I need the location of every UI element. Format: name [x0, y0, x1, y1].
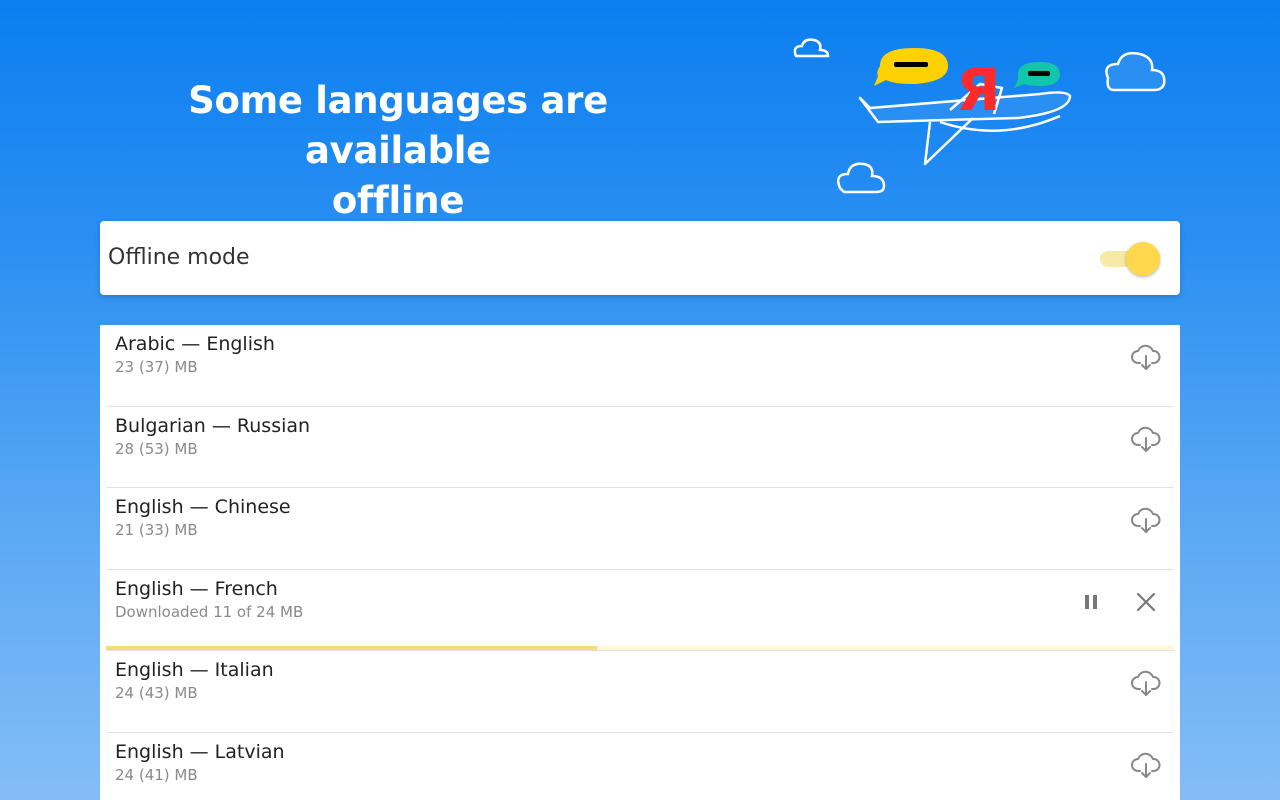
title-line-2: offline — [331, 179, 465, 222]
language-pair-name: English — Italian — [115, 659, 274, 681]
language-pair-name: Bulgarian — Russian — [115, 414, 311, 437]
cloud-download-icon — [1131, 426, 1161, 452]
list-item: Bulgarian — Russian 28 (53) MB — [106, 407, 1174, 488]
language-pair-name: English — Chinese — [115, 496, 291, 518]
download-progress-fill — [106, 646, 598, 650]
download-button[interactable] — [1126, 419, 1166, 459]
pause-icon — [1085, 594, 1097, 609]
language-pack-size: 21 (33) MB — [115, 521, 198, 539]
language-pack-list: Arabic — English 23 (37) MB Bulgarian — … — [100, 325, 1180, 800]
close-icon — [1136, 592, 1156, 611]
cloud-icon — [793, 38, 830, 58]
download-button[interactable] — [1126, 663, 1166, 703]
cloud-download-icon — [1131, 344, 1161, 370]
cloud-download-icon — [1131, 507, 1161, 533]
language-pack-size: 28 (53) MB — [115, 439, 198, 458]
download-button[interactable] — [1126, 745, 1166, 785]
cloud-download-icon — [1131, 670, 1161, 696]
offline-mode-card: Offline mode — [100, 221, 1180, 295]
language-pack-size: 24 (41) MB — [115, 765, 198, 784]
page-title: Some languages are available offline — [100, 76, 696, 226]
download-status: Downloaded 11 of 24 MB — [115, 602, 304, 621]
cloud-download-icon — [1131, 752, 1161, 778]
list-item: English — Italian 24 (43) MB — [106, 651, 1174, 733]
speech-bubble-icon — [874, 48, 948, 86]
cloud-icon — [837, 162, 886, 194]
brand-logo-letter: Я — [956, 56, 1001, 124]
list-item: English — Latvian 24 (41) MB — [106, 733, 1174, 800]
language-pair-name: Arabic — English — [115, 333, 275, 355]
download-button[interactable] — [1126, 337, 1166, 377]
cancel-download-button[interactable] — [1126, 582, 1166, 622]
language-pair-name: English — Latvian — [115, 740, 285, 763]
language-pack-size: 24 (43) MB — [115, 684, 198, 702]
speech-bubble-icon — [1014, 62, 1060, 88]
cloud-icon — [1105, 51, 1166, 92]
language-pair-name: English — French — [115, 577, 278, 600]
pause-download-button[interactable] — [1071, 582, 1111, 622]
language-pack-size: 23 (37) MB — [115, 358, 198, 376]
list-item: Arabic — English 23 (37) MB — [106, 325, 1174, 407]
list-item-downloading: English — French Downloaded 11 of 24 MB — [106, 570, 1174, 651]
download-button[interactable] — [1126, 500, 1166, 540]
offline-mode-toggle[interactable] — [1100, 240, 1160, 276]
offline-mode-label: Offline mode — [108, 245, 250, 270]
download-progress-bar — [106, 646, 1174, 650]
title-line-1: Some languages are available — [188, 79, 608, 172]
toggle-thumb — [1126, 242, 1160, 276]
list-item: English — Chinese 21 (33) MB — [106, 488, 1174, 570]
airplane-illustration: Я — [793, 38, 1166, 194]
